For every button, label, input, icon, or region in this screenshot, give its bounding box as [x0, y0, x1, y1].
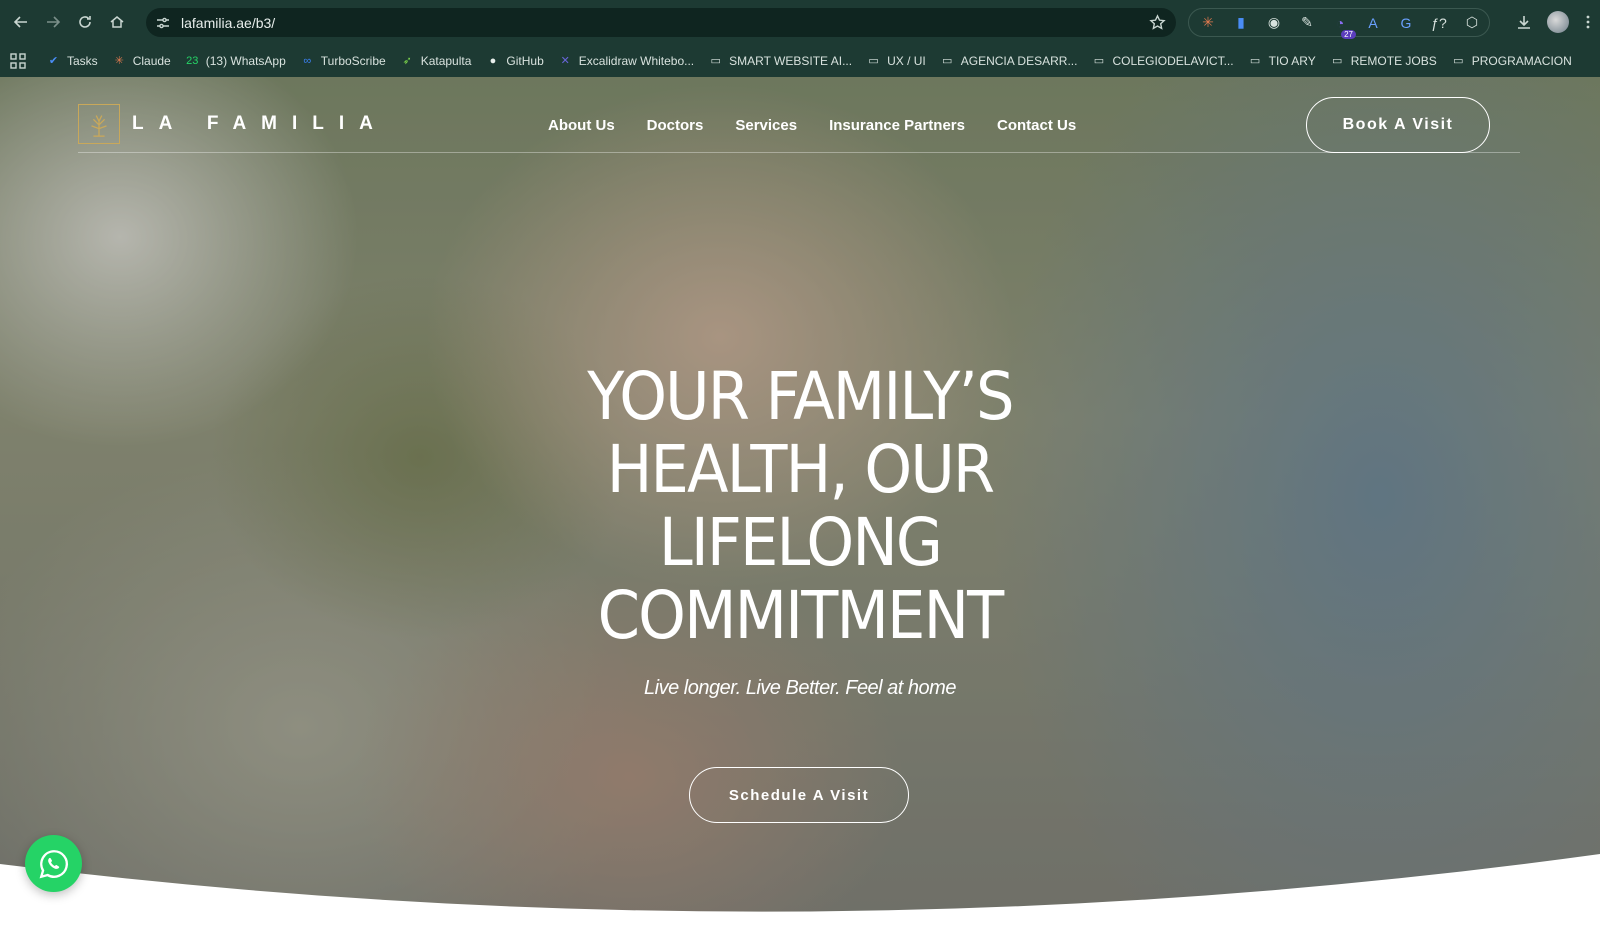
bookmark-label: Tasks [67, 53, 98, 68]
bookmark-label: UX / UI [887, 53, 926, 68]
bookmark-label: TurboScribe [320, 53, 386, 68]
whatsapp-icon: 23 [186, 54, 199, 67]
hero-tagline: Live longer. Live Better. Feel at home [644, 677, 956, 699]
bookmark-label: (13) WhatsApp [205, 53, 286, 68]
headline-line: HEALTH, OUR [606, 431, 995, 508]
forward-arrow-icon[interactable] [42, 11, 64, 33]
nav-link-contact-us[interactable]: Contact Us [997, 117, 1076, 134]
docs-ext-icon[interactable]: ▮ [1230, 12, 1252, 34]
bookmark-item[interactable]: ▭ REMOTE JOBS [1330, 53, 1437, 68]
bookmark-item[interactable]: ✳ Claude [112, 53, 171, 68]
reload-icon[interactable] [74, 11, 96, 33]
camera-ext-icon[interactable]: ◉ [1263, 12, 1285, 34]
browser-chrome: lafamilia.ae/b3/ ✳ ▮ ◉ ✎ ◔ 27 A Gƒ? ⬡ ✔ Tasks ✳ Cla… [0, 0, 1600, 77]
bookmark-label: Katapulta [420, 53, 472, 68]
tasks-icon: ✔ [48, 55, 59, 67]
bookmark-item[interactable]: ▭ PROGRAMACION [1451, 53, 1572, 68]
nav-link-services[interactable]: Services [735, 117, 797, 134]
bookmark-item[interactable]: ➶ Katapulta [400, 53, 472, 68]
bookmark-item[interactable]: ∞ TurboScribe [300, 53, 386, 68]
tree-logo-icon [78, 104, 120, 144]
book-a-visit-button[interactable]: Book A Visit [1306, 97, 1490, 153]
claude-icon: ✳ [114, 55, 124, 67]
bookmark-label: REMOTE JOBS [1350, 53, 1437, 68]
nav-link-about-us[interactable]: About Us [548, 117, 615, 134]
turboscribe-icon: ∞ [303, 54, 312, 67]
bookmark-item[interactable]: ▭ AGENCIA DESARR... [940, 53, 1078, 68]
folder-icon: ▭ [710, 55, 721, 67]
excalidraw-icon: ✕ [560, 55, 570, 67]
address-bar[interactable]: lafamilia.ae/b3/ [146, 8, 1176, 37]
bookmark-label: Excalidraw Whitebo... [578, 53, 695, 68]
bookmark-item[interactable]: ▭ COLEGIODELAVICT... [1091, 53, 1234, 68]
whatsapp-icon [39, 849, 68, 878]
folder-icon: ▭ [942, 55, 953, 67]
bookmark-item[interactable]: ● GitHub [485, 53, 544, 68]
bookmark-item[interactable]: ▭ UX / UI [866, 53, 926, 68]
main-navigation: About Us Doctors Services Insurance Partner… [548, 117, 1108, 134]
bookmark-label: Claude [132, 53, 171, 68]
bookmarks-bar: ✔ Tasks ✳ Claude 23 (13) WhatsApp ∞ TurboScribe… [0, 44, 1600, 77]
extensions-group: ✳ ▮ ◉ ✎ ◔ 27 A Gƒ? ⬡ [1188, 8, 1490, 39]
grammar-ext-icon[interactable]: ◔ 27 [1329, 12, 1356, 39]
whatsapp-chat-button[interactable] [25, 835, 82, 892]
headline-line: LIFELONG [658, 504, 943, 581]
site-logo[interactable]: LA FAMILIA [78, 104, 388, 144]
folder-icon: ▭ [1249, 55, 1261, 67]
katapulta-icon: ➶ [402, 55, 412, 67]
schedule-a-visit-button[interactable]: Schedule A Visit [689, 767, 909, 823]
home-icon[interactable] [106, 11, 128, 33]
url-text[interactable]: lafamilia.ae/b3/ [181, 15, 275, 31]
bookmark-label: TIO ARY [1268, 53, 1316, 68]
headline-line: COMMITMENT [597, 577, 1005, 654]
site-header: LA FAMILIA About Us Doctors Services Insura… [78, 77, 1520, 153]
bookmark-item[interactable]: ▭ TIO ARY [1248, 53, 1316, 68]
folder-icon: ▭ [1332, 55, 1343, 67]
bottom-wave-divider [0, 854, 1600, 934]
bookmark-item[interactable]: 23 (13) WhatsApp [185, 53, 286, 68]
formula-ext-icon[interactable]: ƒ? [1428, 12, 1450, 34]
hero-headline: YOUR FAMILY’S HEALTH, OUR LIFELONG COMMITME… [432, 360, 1168, 652]
nav-link-doctors[interactable]: Doctors [647, 117, 704, 134]
picker-ext-icon[interactable]: ✎ [1296, 12, 1318, 34]
github-icon: ● [489, 54, 497, 67]
browser-toolbar: lafamilia.ae/b3/ ✳ ▮ ◉ ✎ ◔ 27 A Gƒ? ⬡ [0, 0, 1600, 44]
bookmark-item[interactable]: ▭ SMART WEBSITE AI... [708, 53, 852, 68]
folder-icon: ▭ [1453, 55, 1464, 67]
bookmark-item[interactable]: ✕ Excalidraw Whitebo... [558, 53, 695, 68]
folder-icon: ▭ [868, 55, 879, 67]
translate-ext-icon[interactable]: G [1395, 12, 1417, 34]
bookmark-label: COLEGIODELAVICT... [1112, 53, 1234, 68]
bookmark-label: SMART WEBSITE AI... [729, 53, 853, 68]
site-settings-icon[interactable] [155, 15, 171, 31]
extension-badge: 27 [1341, 29, 1356, 39]
download-icon[interactable] [1513, 11, 1535, 33]
bookmark-label: PROGRAMACION [1471, 53, 1572, 68]
menu-dots-icon[interactable] [1577, 11, 1599, 33]
bookmark-star-icon[interactable] [1149, 14, 1166, 31]
hero-section: LA FAMILIA About Us Doctors Services Insura… [0, 77, 1600, 934]
apps-grid-icon[interactable] [10, 52, 26, 69]
folder-icon: ▭ [1093, 55, 1105, 67]
logo-text: LA FAMILIA [132, 113, 388, 134]
bookmark-label: GitHub [506, 53, 544, 68]
bookmark-label: AGENCIA DESARR... [960, 53, 1078, 68]
claude-ext-icon[interactable]: ✳ [1197, 12, 1219, 34]
profile-avatar[interactable] [1547, 11, 1569, 33]
bookmark-item[interactable]: ✔ Tasks [46, 53, 98, 68]
nav-link-insurance-partners[interactable]: Insurance Partners [829, 117, 965, 134]
headline-line: YOUR FAMILY’S [587, 358, 1014, 435]
puzzle-ext-icon[interactable]: ⬡ [1461, 12, 1483, 34]
font-ext-icon[interactable]: A [1362, 12, 1384, 34]
back-arrow-icon[interactable] [10, 11, 32, 33]
